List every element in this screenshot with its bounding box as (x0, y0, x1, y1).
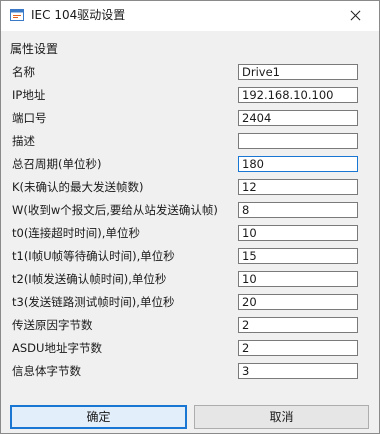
name-input[interactable] (238, 64, 358, 80)
property-panel: 名称 IP地址 端口号 描述 总召周期(单位秒) K(未确认的最大发送帧数) (10, 61, 368, 395)
property-row-t1: t1(I帧U帧等待确认时间),单位秒 (10, 245, 368, 267)
property-label: t0(连接超时时间),单位秒 (12, 226, 140, 240)
cot-bytes-input[interactable] (238, 317, 358, 333)
property-label: IP地址 (12, 88, 46, 102)
property-row-ioa-bytes: 信息体字节数 (10, 360, 368, 382)
info-object-bytes-input[interactable] (238, 363, 358, 379)
dialog-client-area: 属性设置 名称 IP地址 端口号 描述 总召周期(单位秒) (1, 31, 379, 433)
property-label: t1(I帧U帧等待确认时间),单位秒 (12, 249, 175, 263)
property-row-port: 端口号 (10, 107, 368, 129)
settings-dialog: IEC 104驱动设置 属性设置 名称 IP地址 端口号 描述 (0, 0, 380, 434)
group-title: 属性设置 (10, 42, 59, 56)
property-label: 描述 (12, 134, 35, 148)
property-label: t3(发送链路测试帧时间),单位秒 (12, 295, 175, 309)
ok-button[interactable]: 确定 (10, 405, 187, 429)
property-row-ip: IP地址 (10, 84, 368, 106)
asdu-address-bytes-input[interactable] (238, 340, 358, 356)
property-row-w: W(收到w个报文后,要给从站发送确认帧) (10, 199, 368, 221)
title-bar[interactable]: IEC 104驱动设置 (1, 1, 379, 31)
property-label: 传送原因字节数 (12, 318, 93, 332)
property-label: 名称 (12, 65, 35, 79)
t0-input[interactable] (238, 225, 358, 241)
property-label: 总召周期(单位秒) (12, 157, 102, 171)
ip-address-input[interactable] (238, 87, 358, 103)
property-row-t3: t3(发送链路测试帧时间),单位秒 (10, 291, 368, 313)
property-label: t2(I帧发送确认帧时间),单位秒 (12, 272, 167, 286)
property-label: 端口号 (12, 111, 47, 125)
description-input[interactable] (238, 133, 358, 149)
property-label: ASDU地址字节数 (12, 341, 102, 355)
port-input[interactable] (238, 110, 358, 126)
property-row-description: 描述 (10, 130, 368, 152)
close-icon (351, 10, 361, 20)
property-label: W(收到w个报文后,要给从站发送确认帧) (12, 203, 218, 217)
window-app-icon (10, 9, 24, 21)
t1-input[interactable] (238, 248, 358, 264)
property-row-interrogation-period: 总召周期(单位秒) (10, 153, 368, 175)
property-row-t0: t0(连接超时时间),单位秒 (10, 222, 368, 244)
property-row-name: 名称 (10, 61, 368, 83)
property-row-cot-bytes: 传送原因字节数 (10, 314, 368, 336)
window-title: IEC 104驱动设置 (31, 8, 126, 22)
w-param-input[interactable] (238, 202, 358, 218)
close-button[interactable] (333, 1, 379, 29)
property-row-k: K(未确认的最大发送帧数) (10, 176, 368, 198)
property-row-asdu-bytes: ASDU地址字节数 (10, 337, 368, 359)
property-row-t2: t2(I帧发送确认帧时间),单位秒 (10, 268, 368, 290)
property-label: 信息体字节数 (12, 364, 81, 378)
t3-input[interactable] (238, 294, 358, 310)
interrogation-period-input[interactable] (238, 156, 358, 172)
k-param-input[interactable] (238, 179, 358, 195)
t2-input[interactable] (238, 271, 358, 287)
cancel-button[interactable]: 取消 (194, 405, 369, 429)
property-label: K(未确认的最大发送帧数) (12, 180, 144, 194)
